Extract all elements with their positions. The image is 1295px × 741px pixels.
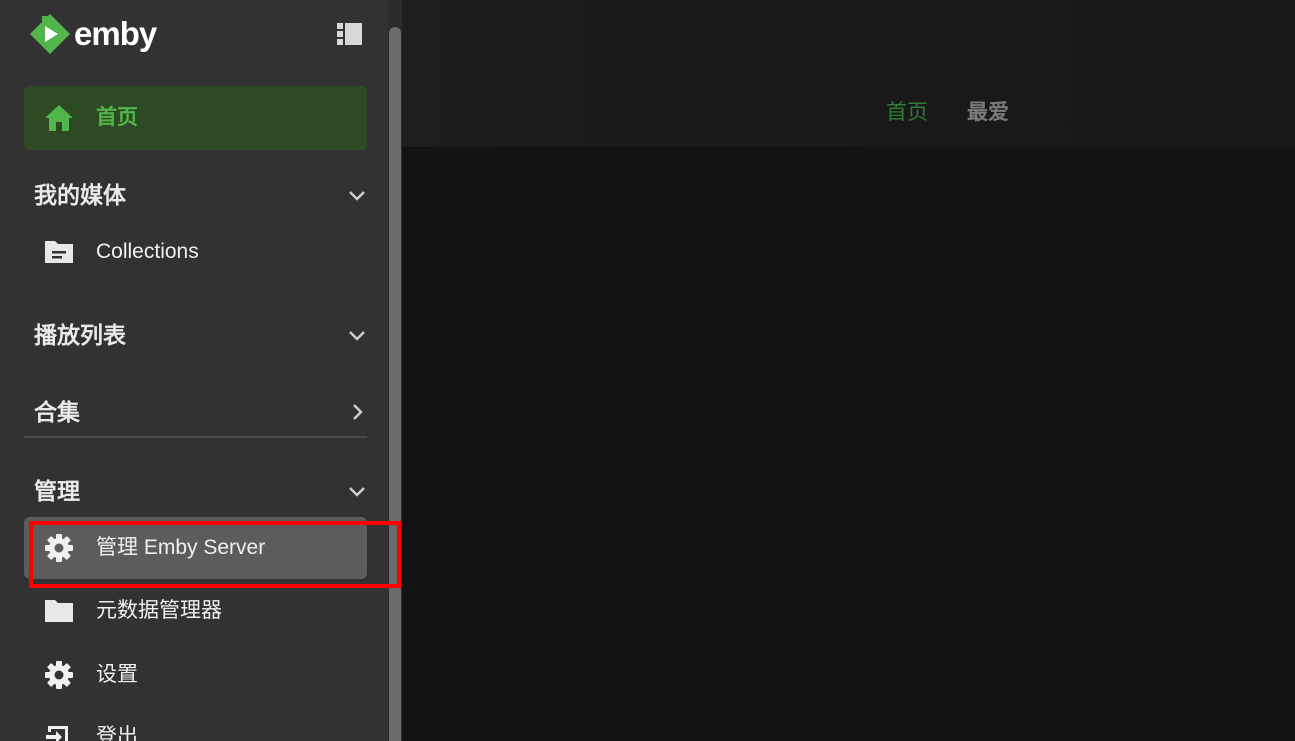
emby-logo-icon [30, 14, 70, 54]
sidebar: emby 首页 我的媒体 Collections 播放列表 合集 管理 管理 E… [0, 0, 402, 741]
sidebar-item-label: 设置 [96, 663, 138, 686]
logout-icon [46, 726, 68, 741]
section-label: 管理 [34, 478, 80, 504]
chevron-down-icon [349, 487, 365, 497]
chevron-down-icon [349, 191, 365, 201]
logo-text: emby [74, 15, 157, 52]
tab-home[interactable]: 首页 [886, 96, 928, 130]
nav-home-label: 首页 [96, 106, 138, 129]
nav-home[interactable]: 首页 [24, 86, 367, 150]
sidebar-item-label: 登出 [96, 725, 138, 741]
folder-icon [45, 241, 73, 263]
section-label: 播放列表 [34, 322, 126, 348]
folder-icon [45, 600, 73, 622]
section-playlists[interactable]: 播放列表 [34, 315, 367, 355]
home-icon [45, 105, 73, 131]
sidebar-item-metadata-manager[interactable]: 元数据管理器 [24, 580, 367, 642]
section-label: 我的媒体 [34, 182, 126, 208]
sidebar-toggle-button[interactable] [336, 22, 364, 46]
gear-icon [45, 661, 73, 689]
sidebar-item-collections[interactable]: Collections [24, 221, 367, 283]
sidebar-item-manage-server[interactable]: 管理 Emby Server [24, 517, 367, 579]
list-view-icon [337, 23, 362, 45]
divider [24, 436, 367, 438]
sidebar-item-label: Collections [96, 240, 199, 263]
tab-favorites[interactable]: 最爱 [967, 96, 1009, 130]
main-header [402, 0, 1295, 147]
sidebar-item-label: 元数据管理器 [96, 599, 222, 622]
sidebar-scrollbar-thumb[interactable] [389, 27, 401, 741]
section-admin[interactable]: 管理 [34, 471, 367, 511]
emby-logo[interactable]: emby [30, 14, 157, 54]
gear-icon [45, 534, 73, 562]
sidebar-item-settings[interactable]: 设置 [24, 644, 367, 706]
section-my-media[interactable]: 我的媒体 [34, 175, 367, 215]
section-collections[interactable]: 合集 [34, 392, 367, 432]
section-label: 合集 [34, 399, 80, 425]
sidebar-item-logout[interactable]: 登出 [24, 706, 367, 741]
chevron-down-icon [349, 331, 365, 341]
chevron-right-icon [353, 404, 363, 420]
sidebar-item-label: 管理 Emby Server [96, 536, 266, 559]
